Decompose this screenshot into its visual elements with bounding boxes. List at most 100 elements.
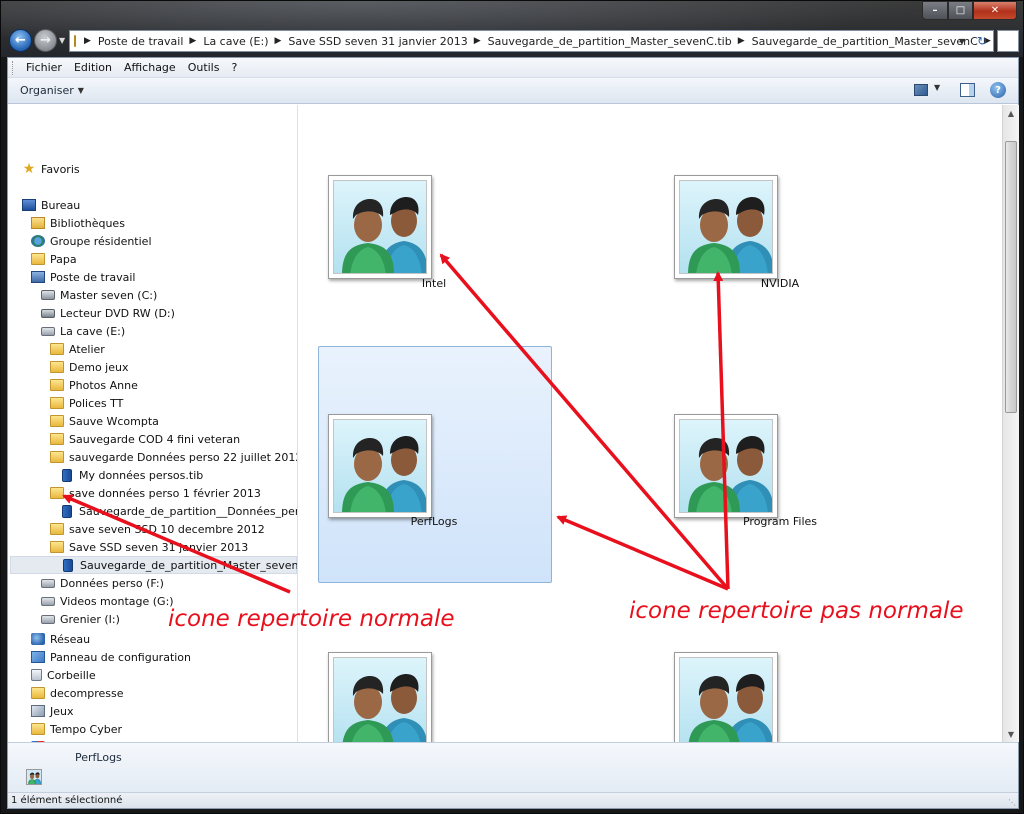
nav-item[interactable]: Demo jeux	[50, 358, 129, 376]
folder-label[interactable]: PerfLogs	[374, 515, 494, 528]
nav-item[interactable]: Papa	[31, 250, 77, 268]
breadcrumb-item[interactable]: Sauvegarde_de_partition_Master_sevenC.ti…	[488, 35, 732, 48]
chevron-right-icon[interactable]: ▶	[274, 36, 281, 46]
folder-thumbnail[interactable]	[328, 652, 432, 742]
nav-item[interactable]: decompresse	[31, 684, 124, 702]
nav-item[interactable]: Panneau de configuration	[31, 648, 191, 666]
menu-outils[interactable]: Outils	[182, 61, 226, 74]
back-button[interactable]: ←	[9, 29, 32, 52]
nav-item[interactable]: Sauvegarde_de_partition__Données_persoF.…	[60, 502, 297, 520]
address-dropdown-icon[interactable]: ▼	[955, 31, 969, 51]
file-view: Intel NVIDIA PerfLogs Program Files	[299, 105, 1002, 742]
nav-item[interactable]: Sauvegarde_de_partition_Master_sevenC.ti…	[10, 556, 297, 574]
chevron-right-icon[interactable]: ▶	[738, 36, 745, 46]
users-icon	[333, 419, 427, 513]
preview-pane-icon[interactable]	[960, 83, 975, 97]
tib-file-icon	[62, 468, 72, 482]
annotation-label-abnormal: icone repertoire pas normale	[629, 598, 964, 624]
nav-item[interactable]: Réseau	[31, 630, 90, 648]
control-panel-icon	[31, 651, 45, 663]
view-options-dropdown-icon[interactable]: ▼	[934, 83, 940, 92]
explorer-window: Fichier Edition Affichage Outils ? Organ…	[7, 57, 1019, 809]
chevron-right-icon[interactable]: ▶	[474, 36, 481, 46]
chevron-right-icon[interactable]: ▶	[189, 36, 196, 46]
nav-item[interactable]: Polices TT	[50, 394, 123, 412]
menu-help[interactable]: ?	[225, 61, 243, 74]
breadcrumb-item[interactable]: Save SSD seven 31 janvier 2013	[288, 35, 467, 48]
chevron-right-icon[interactable]: ▶	[84, 36, 91, 46]
refresh-icon[interactable]: ↻	[971, 31, 993, 51]
users-icon	[679, 180, 773, 274]
nav-item[interactable]: Tempo Cyber	[31, 720, 122, 738]
folder-thumbnail[interactable]	[674, 414, 778, 518]
nav-item[interactable]: Videos montage (G:)	[41, 592, 174, 610]
breadcrumb-item[interactable]: Poste de travail	[98, 35, 183, 48]
change-view-icon[interactable]	[914, 84, 928, 96]
forward-button[interactable]: →	[34, 29, 57, 52]
nav-item-label: Panneau de configuration	[50, 650, 192, 664]
nav-item[interactable]: save seven SSD 10 decembre 2012	[50, 520, 265, 538]
folder-label[interactable]: NVIDIA	[720, 277, 840, 290]
menu-bar: Fichier Edition Affichage Outils ?	[8, 58, 1018, 78]
nav-item[interactable]: Lecteur DVD RW (D:)	[41, 304, 175, 322]
nav-item[interactable]: My données persos.tib	[60, 466, 203, 484]
help-icon[interactable]: ?	[990, 82, 1006, 98]
nav-item-label: decompresse	[50, 686, 124, 700]
nav-item-label: Sauve Wcompta	[69, 414, 159, 428]
nav-item[interactable]: Master seven (C:)	[41, 286, 157, 304]
nav-item[interactable]: Bureau	[22, 196, 80, 214]
nav-item[interactable]: Données perso (F:)	[41, 574, 164, 592]
folder-thumbnail[interactable]	[674, 175, 778, 279]
breadcrumb-item[interactable]: Sauvegarde_de_partition_Master_sevenC	[752, 35, 978, 48]
close-button[interactable]: ✕	[973, 1, 1017, 20]
nav-item[interactable]: Groupe résidentiel	[31, 232, 152, 250]
nav-item-label: Lecteur DVD RW (D:)	[60, 306, 175, 320]
nav-item-label: Polices TT	[69, 396, 124, 410]
nav-item[interactable]: Jeux	[31, 702, 74, 720]
maximize-button[interactable]: □	[948, 1, 973, 20]
nav-item[interactable]: ★ Favoris	[22, 160, 80, 178]
nav-item[interactable]: Photos Anne	[50, 376, 138, 394]
nav-item[interactable]: Corbeille	[31, 666, 96, 684]
status-text: 1 élément sélectionné	[11, 795, 123, 806]
folder-label[interactable]: Intel	[374, 277, 494, 290]
nav-item-label: Papa	[50, 252, 77, 266]
scrollbar-thumb[interactable]	[1005, 141, 1017, 413]
folder-thumbnail[interactable]	[328, 414, 432, 518]
nav-item[interactable]: Sauve Wcompta	[50, 412, 159, 430]
folder-thumbnail[interactable]	[328, 175, 432, 279]
nav-item[interactable]: Poste de travail	[31, 268, 135, 286]
folder-icon	[50, 397, 64, 409]
folder-thumbnail[interactable]	[674, 652, 778, 742]
search-input[interactable]	[997, 30, 1019, 52]
system-drive-icon	[41, 290, 55, 300]
folder-label[interactable]: Program Files	[720, 515, 840, 528]
users-icon	[679, 657, 773, 742]
organize-button[interactable]: Organiser ▼	[20, 84, 84, 97]
users-icon	[333, 657, 427, 742]
nav-item[interactable]: Save SSD seven 31 janvier 2013	[50, 538, 248, 556]
nav-item[interactable]: La cave (E:)	[41, 322, 125, 340]
nav-item[interactable]: Bibliothèques	[31, 214, 125, 232]
nav-item[interactable]: Sauvegarde COD 4 fini veteran	[50, 430, 240, 448]
selected-item-name: PerfLogs	[75, 751, 122, 764]
nav-item[interactable]: save données perso 1 février 2013	[50, 484, 261, 502]
command-bar: Organiser ▼ ▼ ?	[8, 78, 1018, 104]
scroll-up-icon[interactable]: ▲	[1003, 105, 1019, 121]
resize-grip-icon[interactable]: ⋱	[1008, 798, 1016, 807]
nav-item[interactable]: sauvegarde Données perso 22 juillet 2012	[50, 448, 297, 466]
menu-affichage[interactable]: Affichage	[118, 61, 182, 74]
menu-edition[interactable]: Edition	[68, 61, 118, 74]
recent-pages-dropdown-icon[interactable]: ▼	[59, 36, 65, 45]
breadcrumb-item[interactable]: La cave (E:)	[203, 35, 268, 48]
menu-fichier[interactable]: Fichier	[20, 61, 68, 74]
scroll-down-icon[interactable]: ▼	[1003, 726, 1019, 742]
minimize-button[interactable]: –	[922, 1, 948, 20]
nav-item[interactable]: Atelier	[50, 340, 105, 358]
drive-icon	[41, 596, 55, 606]
address-bar[interactable]: ▶ Poste de travail ▶ La cave (E:) ▶ Save…	[69, 30, 994, 52]
nav-item[interactable]: Grenier (I:)	[41, 610, 120, 628]
vertical-scrollbar[interactable]: ▲ ▼	[1002, 105, 1019, 742]
organize-label: Organiser	[20, 84, 74, 97]
nav-item-label: Atelier	[69, 342, 105, 356]
